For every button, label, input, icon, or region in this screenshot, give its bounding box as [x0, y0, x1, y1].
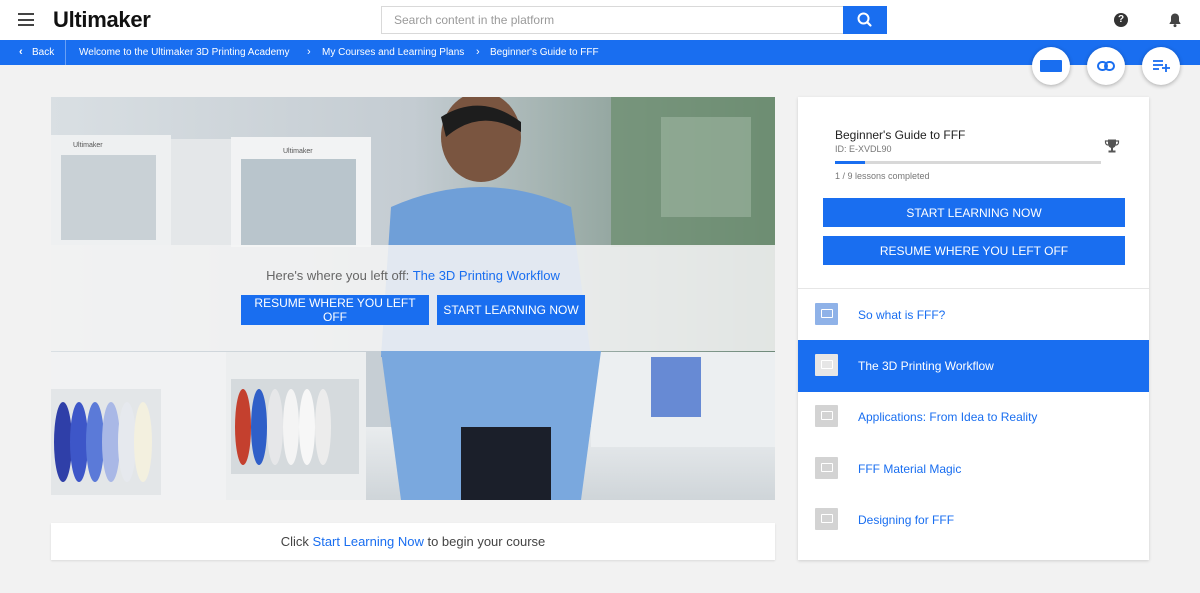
add-to-playlist-icon: [1153, 60, 1170, 72]
lesson-title: Designing for FFF: [858, 513, 955, 527]
lesson-monitor-icon: [815, 303, 838, 325]
left-off-message: Here's where you left off: The 3D Printi…: [51, 268, 775, 283]
left-off-prefix: Here's where you left off:: [266, 268, 410, 283]
lesson-item[interactable]: Applications: From Idea to Reality: [798, 391, 1149, 443]
fullscreen-button[interactable]: [1032, 47, 1070, 85]
course-title: Beginner's Guide to FFF: [835, 128, 966, 142]
link-icon: [1097, 61, 1115, 71]
lesson-item-active[interactable]: The 3D Printing Workflow: [798, 340, 1149, 392]
lesson-monitor-icon: [815, 508, 838, 530]
trophy-icon: [1104, 139, 1120, 153]
lesson-item[interactable]: FFF Material Magic: [798, 443, 1149, 495]
hint-start-link[interactable]: Start Learning Now: [313, 534, 424, 549]
breadcrumb-item-course[interactable]: Beginner's Guide to FFF: [490, 47, 599, 58]
lesson-item[interactable]: So what is FFF?: [798, 289, 1149, 341]
back-chevron-icon: ‹: [19, 46, 23, 58]
search-icon: [857, 12, 872, 27]
search-button[interactable]: [843, 6, 887, 34]
bell-icon[interactable]: [1168, 12, 1182, 28]
search-bar: [381, 6, 887, 34]
panel-resume-button[interactable]: RESUME WHERE YOU LEFT OFF: [823, 236, 1125, 265]
progress-text: 1 / 9 lessons completed: [835, 171, 930, 181]
hero-start-button[interactable]: START LEARNING NOW: [437, 295, 585, 325]
printer-brand-label: Ultimaker: [283, 148, 313, 155]
breadcrumb-separator: ›: [307, 46, 311, 58]
breadcrumb-item-my-courses[interactable]: My Courses and Learning Plans: [322, 47, 464, 58]
lesson-title: FFF Material Magic: [858, 462, 962, 476]
logo[interactable]: Ultimaker: [53, 7, 151, 33]
left-off-lesson-link[interactable]: The 3D Printing Workflow: [413, 268, 560, 283]
lesson-monitor-icon: [815, 405, 838, 427]
back-button[interactable]: ‹ Back: [0, 40, 66, 65]
back-label: Back: [32, 47, 55, 58]
breadcrumb: ‹ Back Welcome to the Ultimaker 3D Print…: [0, 40, 1200, 65]
hero-resume-button[interactable]: RESUME WHERE YOU LEFT OFF: [241, 295, 429, 325]
lesson-title: The 3D Printing Workflow: [858, 359, 994, 373]
search-input[interactable]: [381, 6, 843, 34]
help-icon[interactable]: ?: [1114, 13, 1128, 27]
breadcrumb-item-academy[interactable]: Welcome to the Ultimaker 3D Printing Aca…: [79, 47, 289, 58]
start-hint: Click Start Learning Now to begin your c…: [51, 523, 775, 560]
lesson-title: So what is FFF?: [858, 308, 946, 322]
copy-link-button[interactable]: [1087, 47, 1125, 85]
top-bar: Ultimaker ?: [0, 0, 1200, 40]
course-panel: Beginner's Guide to FFF ID: E-XVDL90 1 /…: [798, 97, 1149, 560]
lesson-monitor-icon: [815, 354, 838, 376]
course-hero: Ultimaker Ultimaker Here's where you lef…: [51, 97, 775, 500]
add-to-playlist-button[interactable]: [1142, 47, 1180, 85]
breadcrumb-separator: ›: [476, 46, 480, 58]
printer-brand-label: Ultimaker: [73, 142, 103, 149]
lesson-monitor-icon: [815, 457, 838, 479]
panel-start-button[interactable]: START LEARNING NOW: [823, 198, 1125, 227]
course-progress-bar: [835, 161, 1101, 164]
fullscreen-icon: [1040, 60, 1062, 72]
lesson-item[interactable]: Designing for FFF: [798, 494, 1149, 546]
menu-icon[interactable]: [18, 13, 34, 26]
lesson-title: Applications: From Idea to Reality: [858, 410, 1038, 424]
course-id: ID: E-XVDL90: [835, 144, 892, 154]
hint-suffix: to begin your course: [427, 534, 546, 549]
course-progress-fill: [835, 161, 865, 164]
hint-prefix: Click: [280, 534, 309, 549]
